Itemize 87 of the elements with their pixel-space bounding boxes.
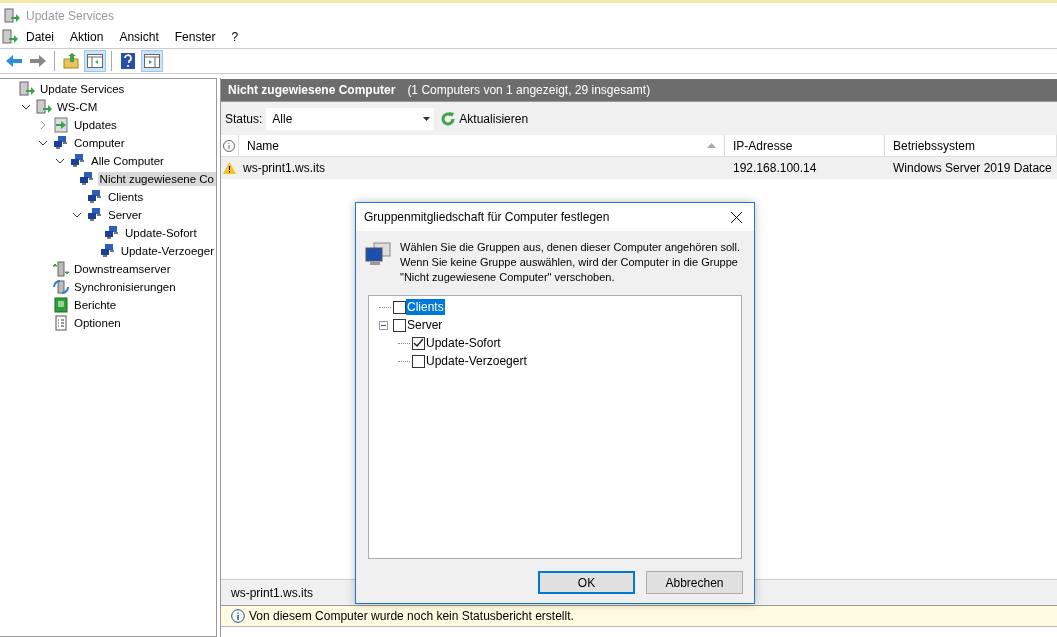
tree-item[interactable]: Update Services [38,82,127,96]
tree-connector-line [379,306,391,308]
toolbar-button[interactable] [84,50,106,72]
chevron-down-icon[interactable] [21,104,31,110]
dialog-message: Wählen Sie die Gruppen aus, denen dieser Computer angehören soll. Wenn Sie keine Gruppe auswählen, wird der Computer in die Gruppe "Nicht zugewiesene Computer" verschoben. [400,240,741,285]
dialog-button[interactable]: OK [538,571,635,594]
server-icon [19,81,35,97]
computers-icon [364,240,392,268]
computer-group-icon [53,135,69,151]
folder-up-icon [63,53,79,69]
tree-item[interactable]: Clients [106,190,146,204]
computer-group-icon [87,207,103,223]
menu-item[interactable]: ? [223,30,247,44]
help-icon [121,53,135,69]
chevron-down-icon[interactable] [38,140,48,146]
server-icon [2,29,18,45]
tree-item[interactable]: Synchronisierungen [72,280,178,294]
column-header[interactable]: Name [239,135,725,157]
computer-group-icon [70,153,86,169]
info-icon [231,609,245,623]
collapse-toggle-icon[interactable] [379,320,388,330]
back-arrow-icon [5,54,23,68]
pane-toggle-icon [87,54,103,68]
forward-arrow-icon [29,54,47,68]
refresh-icon [440,110,457,127]
updates-icon [53,117,69,133]
tree-item[interactable]: Berichte [72,298,119,312]
tree-connector-line [398,342,410,344]
sync-icon [53,279,69,295]
tree-item[interactable]: WS-CM [55,100,100,114]
tree-item[interactable]: Updates [72,118,119,132]
group-item[interactable]: Update-Verzoegert [425,353,528,369]
server-icon [36,99,52,115]
tree-item[interactable]: Optionen [72,316,123,330]
menu-item[interactable]: Fenster [166,30,224,44]
tree-item[interactable]: Server [106,208,144,222]
close-icon [731,212,742,223]
computer-group-icon [87,189,103,205]
panel-title: Nicht zugewiesene Computer [228,83,396,97]
group-item[interactable]: Update-Sofort [425,335,502,351]
tree-item[interactable]: Computer [72,136,127,150]
table-cell: 192.168.100.14 [725,157,885,179]
report-book-icon [53,297,69,313]
info-icon [223,139,235,152]
tree-item[interactable]: Update-Sofort [123,226,199,240]
window-title: Update Services [26,8,115,23]
details-title: ws-print1.ws.its [231,585,313,600]
dialog-title: Gruppenmitgliedschaft für Computer festlegen [364,210,610,224]
checkbox[interactable] [412,336,425,350]
column-header[interactable]: IP-Adresse [725,135,885,157]
checkbox[interactable] [412,354,425,368]
tree-item[interactable]: Downstreamserver [72,262,173,276]
table-cell[interactable]: ws-print1.ws.its [239,157,725,179]
table-cell: Windows Server 2019 Datace [885,157,1057,179]
menu-item[interactable]: Aktion [62,30,112,44]
sort-ascending-icon [707,143,716,148]
status-label: Status: [225,111,263,126]
dialog-button[interactable]: Abbrechen [646,571,743,594]
refresh-button[interactable]: Aktualisieren [438,110,531,127]
panel-subtitle: (1 Computers von 1 angezeigt, 29 insgesamt) [407,83,651,97]
chevron-down-icon[interactable] [55,158,65,164]
group-item[interactable]: Clients [406,299,445,315]
dropdown-caret-icon [423,116,431,121]
computer-group-icon [99,243,116,259]
chevron-down-icon[interactable] [72,212,82,218]
tree-item[interactable]: Update-Verzoeger [118,244,216,258]
action-pane-icon [144,54,160,68]
tree-item[interactable]: Nicht zugewiesene Co [97,172,216,186]
toolbar-button[interactable] [141,50,163,72]
toolbar-button[interactable] [60,50,82,72]
computer-group-icon [78,171,95,187]
servers-arrows-icon [53,261,69,277]
tree-item[interactable]: Alle Computer [89,154,166,168]
checkbox[interactable] [393,318,406,332]
list-document-icon [53,315,69,331]
menu-item[interactable]: Datei [18,30,62,44]
status-dropdown[interactable]: Alle [266,107,435,130]
computer-group-icon [104,225,120,241]
column-header[interactable]: Betriebssystem [885,135,1057,157]
group-item[interactable]: Server [406,317,444,333]
tree-connector-line [398,360,410,362]
menu-item[interactable]: Ansicht [111,30,167,44]
checkbox[interactable] [393,300,406,314]
chevron-right-icon[interactable] [40,120,46,130]
server-icon [4,7,20,24]
info-text: Von diesem Computer wurde noch kein Statusbericht erstellt. [249,609,574,623]
warning-icon [223,162,236,174]
